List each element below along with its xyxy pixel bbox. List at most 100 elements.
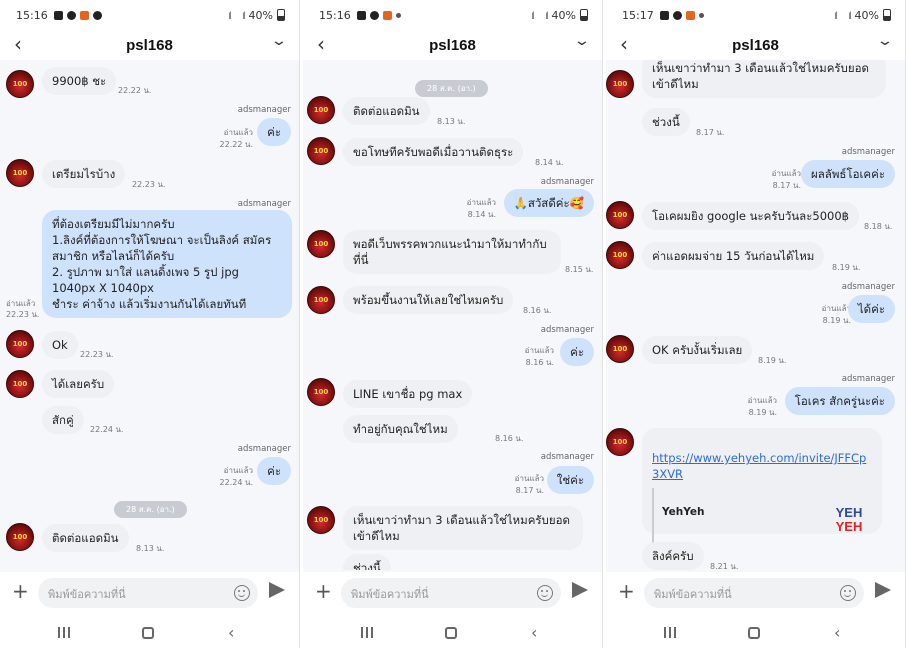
message-bubble-incoming: ทำอยู่กับคุณใช่ไหม: [343, 415, 458, 443]
signal-icon: [827, 11, 837, 19]
status-time: 15:17: [622, 8, 654, 22]
link-preview-card[interactable]: YehYeh YehYeh YEH YEH: [652, 488, 872, 556]
message-time: 8.17 น.: [772, 181, 801, 190]
home-icon[interactable]: [748, 627, 760, 639]
message-time: 22.23 น.: [6, 310, 40, 319]
avatar[interactable]: 100: [606, 201, 634, 229]
chat-header: ‹ psl168 ⌄: [0, 30, 299, 60]
emoji-icon[interactable]: [840, 585, 856, 601]
home-icon[interactable]: [142, 627, 154, 639]
message-bubble-incoming: ได้เลยครับ: [42, 370, 115, 398]
signal-icon: [841, 11, 851, 19]
recent-apps-icon[interactable]: [664, 627, 676, 638]
message-bubble-incoming: ค่าแอดผมจ่าย 15 วันก่อนได้ไหม: [642, 242, 825, 270]
emoji-icon[interactable]: [234, 585, 250, 601]
send-icon[interactable]: [572, 582, 588, 598]
avatar[interactable]: 100: [307, 137, 335, 165]
yehyeh-logo: YEH YEH: [830, 502, 868, 538]
chevron-down-icon[interactable]: ⌄: [876, 33, 894, 49]
sender-name: adsmanager: [540, 325, 594, 335]
avatar[interactable]: 100: [606, 335, 634, 363]
home-icon[interactable]: [445, 627, 457, 639]
sender-name: adsmanager: [841, 147, 895, 157]
plus-icon[interactable]: +: [315, 580, 332, 602]
message-bubble-incoming: 9900฿ ชะ: [42, 67, 117, 95]
battery-icon: [277, 9, 285, 21]
chat-title: psl168: [429, 36, 476, 54]
logo-text-bottom: YEH: [835, 519, 863, 534]
recent-apps-icon[interactable]: [361, 627, 373, 638]
system-nav-bar: ‹: [303, 614, 602, 648]
message-time: 22.23 น.: [132, 180, 166, 189]
message-bubble-incoming: OK ครับงั้นเริ่มเลย: [642, 336, 753, 364]
message-input[interactable]: พิมพ์ข้อความที่นี่: [341, 578, 561, 608]
avatar[interactable]: 100: [307, 506, 335, 534]
message-time: 8.13 น.: [437, 117, 466, 126]
invite-link[interactable]: https://www.yehyeh.com/invite/JFFCp3XVR: [652, 451, 866, 481]
avatar[interactable]: 100: [606, 428, 634, 456]
avatar[interactable]: 100: [606, 70, 634, 98]
message-time: 22.24 น.: [219, 478, 253, 487]
send-icon[interactable]: [875, 582, 891, 598]
status-bar: 15:16 40%: [0, 0, 299, 30]
message-time: 22.22 น.: [219, 140, 253, 149]
status-time: 15:16: [319, 8, 351, 22]
plus-icon[interactable]: +: [618, 580, 635, 602]
avatar[interactable]: 100: [6, 70, 34, 98]
back-arrow-icon[interactable]: ‹: [14, 34, 22, 54]
back-arrow-icon[interactable]: ‹: [317, 34, 325, 54]
message-list[interactable]: 28 ส.ค. (อา.) 100 ติดต่อแอดมิน 8.13 น. 1…: [303, 60, 602, 570]
message-bubble-incoming: เตรียมไรบ้าง: [42, 160, 126, 188]
message-list[interactable]: 100 เห็นเขาว่าทำมา 3 เดือนแล้วใช่ไหมครับ…: [606, 60, 905, 570]
avatar[interactable]: 100: [307, 230, 335, 258]
message-input-placeholder: พิมพ์ข้อความที่นี่: [48, 588, 126, 601]
chevron-down-icon[interactable]: ⌄: [270, 33, 288, 49]
avatar[interactable]: 100: [6, 523, 34, 551]
recent-apps-icon[interactable]: [58, 627, 70, 638]
message-bubble-incoming: พร้อมขึ้นงานให้เลยใช่ไหมครับ: [343, 286, 514, 314]
battery-percent: 40%: [551, 8, 576, 22]
nav-back-icon[interactable]: ‹: [531, 623, 537, 642]
message-bubble-incoming: เห็นเขาว่าทำมา 3 เดือนแล้วใช่ไหมครับยอดเ…: [343, 506, 583, 550]
avatar[interactable]: 100: [606, 241, 634, 269]
shield-icon: [672, 10, 682, 20]
message-bubble-incoming: ติดต่อแอดมิน: [343, 97, 430, 125]
nav-back-icon[interactable]: ‹: [228, 623, 234, 642]
emoji-icon[interactable]: [537, 585, 553, 601]
message-time: 8.14 น.: [467, 210, 496, 219]
message-input[interactable]: พิมพ์ข้อความที่นี่: [38, 578, 258, 608]
avatar[interactable]: 100: [6, 330, 34, 358]
message-bubble-outgoing: 🙏สวัสดีค่ะ🥰: [503, 189, 594, 217]
signal-icon: [235, 11, 245, 19]
battery-percent: 40%: [854, 8, 879, 22]
message-time: 8.16 น.: [495, 434, 524, 443]
back-arrow-icon[interactable]: ‹: [620, 34, 628, 54]
logo-text-top: YEH: [835, 505, 863, 520]
avatar[interactable]: 100: [307, 286, 335, 314]
gallery-icon: [356, 10, 366, 20]
message-bubble-outgoing: ใช่ค่ะ: [546, 466, 594, 494]
message-input[interactable]: พิมพ์ข้อความที่นี่: [644, 578, 864, 608]
nav-back-icon[interactable]: ‹: [834, 623, 840, 642]
shield-icon: [369, 10, 379, 20]
chat-header: ‹ psl168 ⌄: [303, 30, 602, 60]
avatar[interactable]: 100: [6, 370, 34, 398]
avatar[interactable]: 100: [307, 378, 335, 406]
message-list[interactable]: 100 9900฿ ชะ 22.22 น. adsmanager อ่านแล้…: [0, 60, 299, 570]
chevron-down-icon[interactable]: ⌄: [573, 33, 591, 49]
chat-title: psl168: [126, 36, 173, 54]
date-separator: 28 ส.ค. (อา.): [415, 80, 488, 97]
battery-icon: [580, 9, 588, 21]
message-bubble-incoming: โอเคผมยิง google นะครับวันละ5000฿: [642, 202, 859, 230]
message-bubble-incoming: พอดีเว็บพรรคพวกแนะนำมาให้มาทำกับที่นี่: [343, 230, 561, 274]
signal-icon: [221, 11, 231, 19]
composer-bar: + พิมพ์ข้อความที่นี่: [0, 572, 299, 614]
plus-icon[interactable]: +: [12, 580, 29, 602]
send-icon[interactable]: [269, 582, 285, 598]
message-time: 22.23 น.: [80, 350, 114, 359]
avatar[interactable]: 100: [6, 159, 34, 187]
message-time: 22.22 น.: [118, 86, 152, 95]
message-time: 8.15 น.: [565, 265, 594, 274]
link-preview-message[interactable]: https://www.yehyeh.com/invite/JFFCp3XVR …: [642, 428, 882, 556]
avatar[interactable]: 100: [307, 96, 335, 124]
